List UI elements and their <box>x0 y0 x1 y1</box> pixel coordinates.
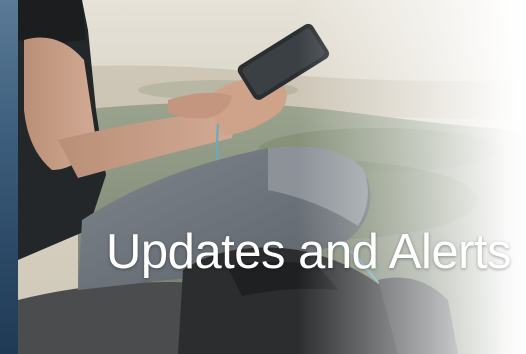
hero-image <box>18 0 526 354</box>
left-blue-panel <box>0 0 18 354</box>
hero-title: Updates and Alerts <box>106 225 512 279</box>
page: Updates and Alerts <box>0 0 526 354</box>
hero-banner: Updates and Alerts <box>18 0 526 354</box>
